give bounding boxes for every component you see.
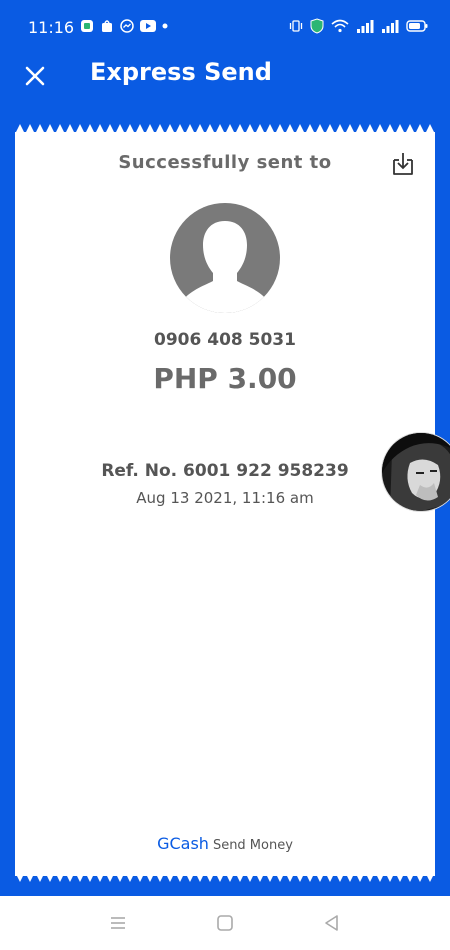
- app-bar: Express Send: [0, 40, 450, 110]
- brand-subtitle: Send Money: [212, 838, 293, 853]
- page-title: Express Send: [90, 58, 272, 86]
- vibrate-icon: [289, 20, 303, 32]
- recipient-number: 0906 408 5031: [154, 330, 296, 350]
- download-icon[interactable]: [390, 150, 416, 178]
- status-bar: 11:16: [0, 0, 450, 40]
- system-nav-bar: [0, 896, 450, 950]
- youtube-icon: [140, 20, 156, 32]
- status-time: 11:16: [28, 18, 75, 37]
- sent-heading: Successfully sent to: [118, 152, 332, 173]
- brand-footer: GCash Send Money: [0, 834, 450, 853]
- avatar-icon: [170, 203, 280, 313]
- battery-icon: [406, 20, 428, 32]
- transaction-datetime: Aug 13 2021, 11:16 am: [136, 489, 314, 507]
- menu-icon[interactable]: [107, 912, 129, 934]
- home-icon[interactable]: [214, 912, 236, 934]
- receipt-bottom-edge: [15, 872, 435, 882]
- chat-head-photo: [382, 433, 450, 511]
- signal-icon: [357, 20, 374, 33]
- brand-name: GCash: [157, 834, 209, 853]
- amount-value: PHP 3.00: [153, 362, 297, 395]
- message-app-icon: [81, 20, 93, 32]
- back-icon[interactable]: [321, 912, 343, 934]
- shield-icon: [310, 18, 324, 34]
- signal-icon: [382, 20, 399, 33]
- shop-icon: [102, 20, 112, 32]
- dot-icon: [162, 23, 168, 29]
- close-icon[interactable]: [22, 63, 48, 89]
- wifi-icon: [331, 19, 349, 33]
- messenger-icon: [120, 19, 134, 33]
